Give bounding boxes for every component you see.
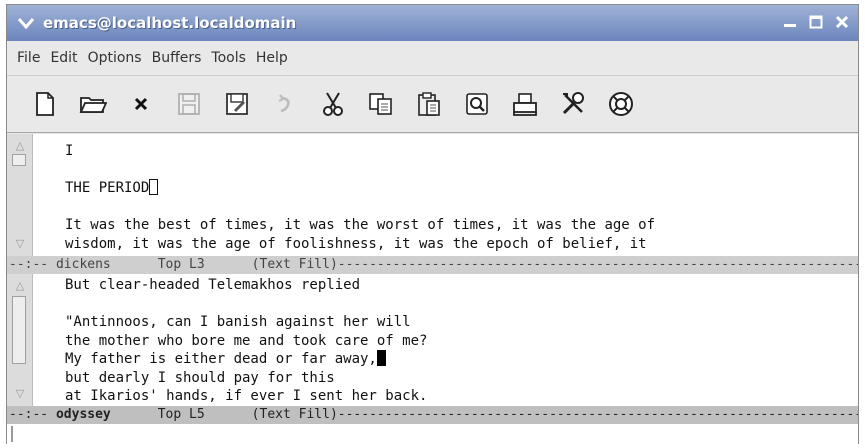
- text-cursor: [149, 179, 159, 195]
- editor-pane-odyssey[interactable]: △ ▽ But clear-headed Telemakhos replied …: [7, 274, 858, 406]
- menu-tools[interactable]: Tools: [211, 50, 246, 66]
- text-line: wisdom, it was the age of foolishness, i…: [65, 235, 647, 252]
- mode-line-position: Top L5: [157, 407, 205, 422]
- text-line: but dearly I should pay for this: [65, 369, 335, 386]
- text-line: [65, 198, 848, 217]
- menu-bar: File Edit Options Buffers Tools Help: [7, 41, 858, 75]
- mode-line-buffer-name: odyssey: [55, 407, 111, 422]
- cut-icon[interactable]: [317, 87, 349, 121]
- title-bar[interactable]: emacs@localhost.localdomain: [7, 5, 858, 41]
- new-file-icon[interactable]: [29, 87, 61, 121]
- scroll-up-icon[interactable]: △: [13, 278, 27, 292]
- scroll-down-icon[interactable]: ▽: [13, 386, 27, 400]
- copy-icon[interactable]: [365, 87, 397, 121]
- mode-line-odyssey[interactable]: --:-- odyssey Top L5 (Text Fill)--------…: [7, 406, 858, 424]
- window-menu-icon[interactable]: [15, 12, 37, 34]
- emacs-window: emacs@localhost.localdomain File Edit Op…: [6, 4, 859, 445]
- maximize-icon[interactable]: [806, 12, 826, 32]
- save-as-icon[interactable]: [221, 87, 253, 121]
- menu-buffers[interactable]: Buffers: [152, 50, 202, 66]
- scrollbar-thumb[interactable]: [12, 296, 26, 364]
- menu-help[interactable]: Help: [256, 50, 288, 66]
- toolbar: [7, 75, 858, 133]
- menu-edit[interactable]: Edit: [50, 50, 77, 66]
- text-line: My father is either dead or far away,: [65, 350, 848, 369]
- text-line: I: [65, 143, 74, 159]
- save-icon[interactable]: [173, 87, 205, 121]
- scroll-down-icon[interactable]: ▽: [13, 236, 27, 250]
- window-title: emacs@localhost.localdomain: [43, 14, 297, 32]
- mode-line-mode: (Text Fill): [251, 407, 338, 422]
- mode-line-buffer-name: dickens: [55, 257, 111, 272]
- text-line: It was the best of times, it was the wor…: [65, 217, 656, 233]
- close-icon[interactable]: [832, 12, 852, 32]
- mode-line-mode: (Text Fill): [251, 257, 338, 272]
- open-folder-icon[interactable]: [77, 87, 109, 121]
- menu-file[interactable]: File: [17, 50, 40, 66]
- buffer-text[interactable]: I THE PERIOD It was the best of times, i…: [65, 142, 848, 264]
- scrollbar[interactable]: △ ▽: [7, 274, 33, 406]
- close-buffer-icon[interactable]: [125, 87, 157, 121]
- minibuffer[interactable]: [7, 424, 858, 445]
- buffer-text[interactable]: But clear-headed Telemakhos replied "Ant…: [65, 276, 848, 408]
- text-cursor: [376, 350, 386, 366]
- menu-options[interactable]: Options: [88, 50, 142, 66]
- minimize-icon[interactable]: [780, 12, 800, 32]
- paste-icon[interactable]: [413, 87, 445, 121]
- window-controls: [780, 12, 852, 32]
- customize-icon[interactable]: [557, 87, 589, 121]
- search-icon[interactable]: [461, 87, 493, 121]
- text-line: THE PERIOD: [65, 179, 848, 198]
- minibuffer-scroll-mark: [11, 426, 25, 442]
- mode-line-position: Top L3: [157, 257, 205, 272]
- print-icon[interactable]: [509, 87, 541, 121]
- mode-line-dickens[interactable]: --:-- dickens Top L3 (Text Fill)--------…: [7, 256, 858, 274]
- text-line: the mother who bore me and took care of …: [65, 332, 428, 349]
- text-line: "Antinnoos, can I banish against her wil…: [65, 314, 411, 330]
- editor-pane-dickens[interactable]: △ ▽ I THE PERIOD It was the best of time…: [7, 134, 858, 256]
- undo-icon[interactable]: [269, 87, 301, 121]
- text-line: But clear-headed Telemakhos replied: [65, 277, 361, 293]
- text-line: [65, 295, 848, 314]
- scroll-up-icon[interactable]: △: [13, 138, 27, 152]
- help-icon[interactable]: [605, 87, 637, 121]
- scrollbar-thumb[interactable]: [12, 154, 26, 166]
- text-line: at Ikarios' hands, if ever I sent her ba…: [65, 388, 428, 404]
- scrollbar[interactable]: △ ▽: [7, 134, 33, 256]
- text-line: [65, 161, 848, 180]
